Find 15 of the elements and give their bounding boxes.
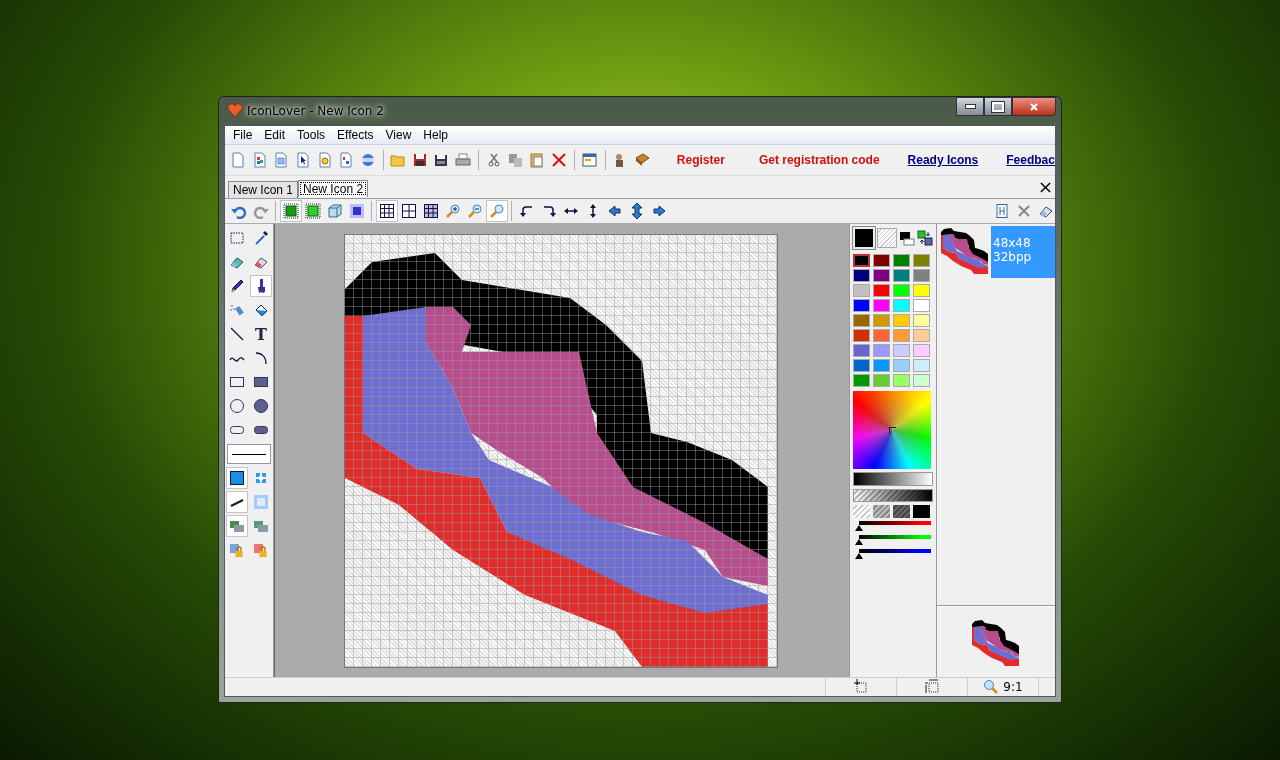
text-tool[interactable]: T (249, 322, 273, 346)
toolbar-link[interactable]: Register (676, 153, 725, 167)
menu-item[interactable]: Tools (291, 128, 332, 142)
link[interactable]: Ready Icons (907, 153, 979, 167)
menu-item[interactable]: Effects (331, 128, 380, 142)
document-tab[interactable]: New Icon 2 (298, 180, 369, 197)
menu-item[interactable]: Edit (258, 128, 292, 142)
link[interactable]: Feedbac (1006, 153, 1055, 167)
window-title: IconLover - New Icon 2 (247, 104, 384, 118)
menu-item[interactable]: Help (417, 128, 454, 142)
toolbar-link[interactable]: Get registration code (758, 153, 880, 167)
document-tab[interactable]: New Icon 1 (228, 181, 299, 198)
menu-item[interactable]: File (227, 128, 259, 142)
menu-item[interactable]: View (379, 128, 418, 142)
zoom-level: 9:1 (1003, 680, 1023, 694)
